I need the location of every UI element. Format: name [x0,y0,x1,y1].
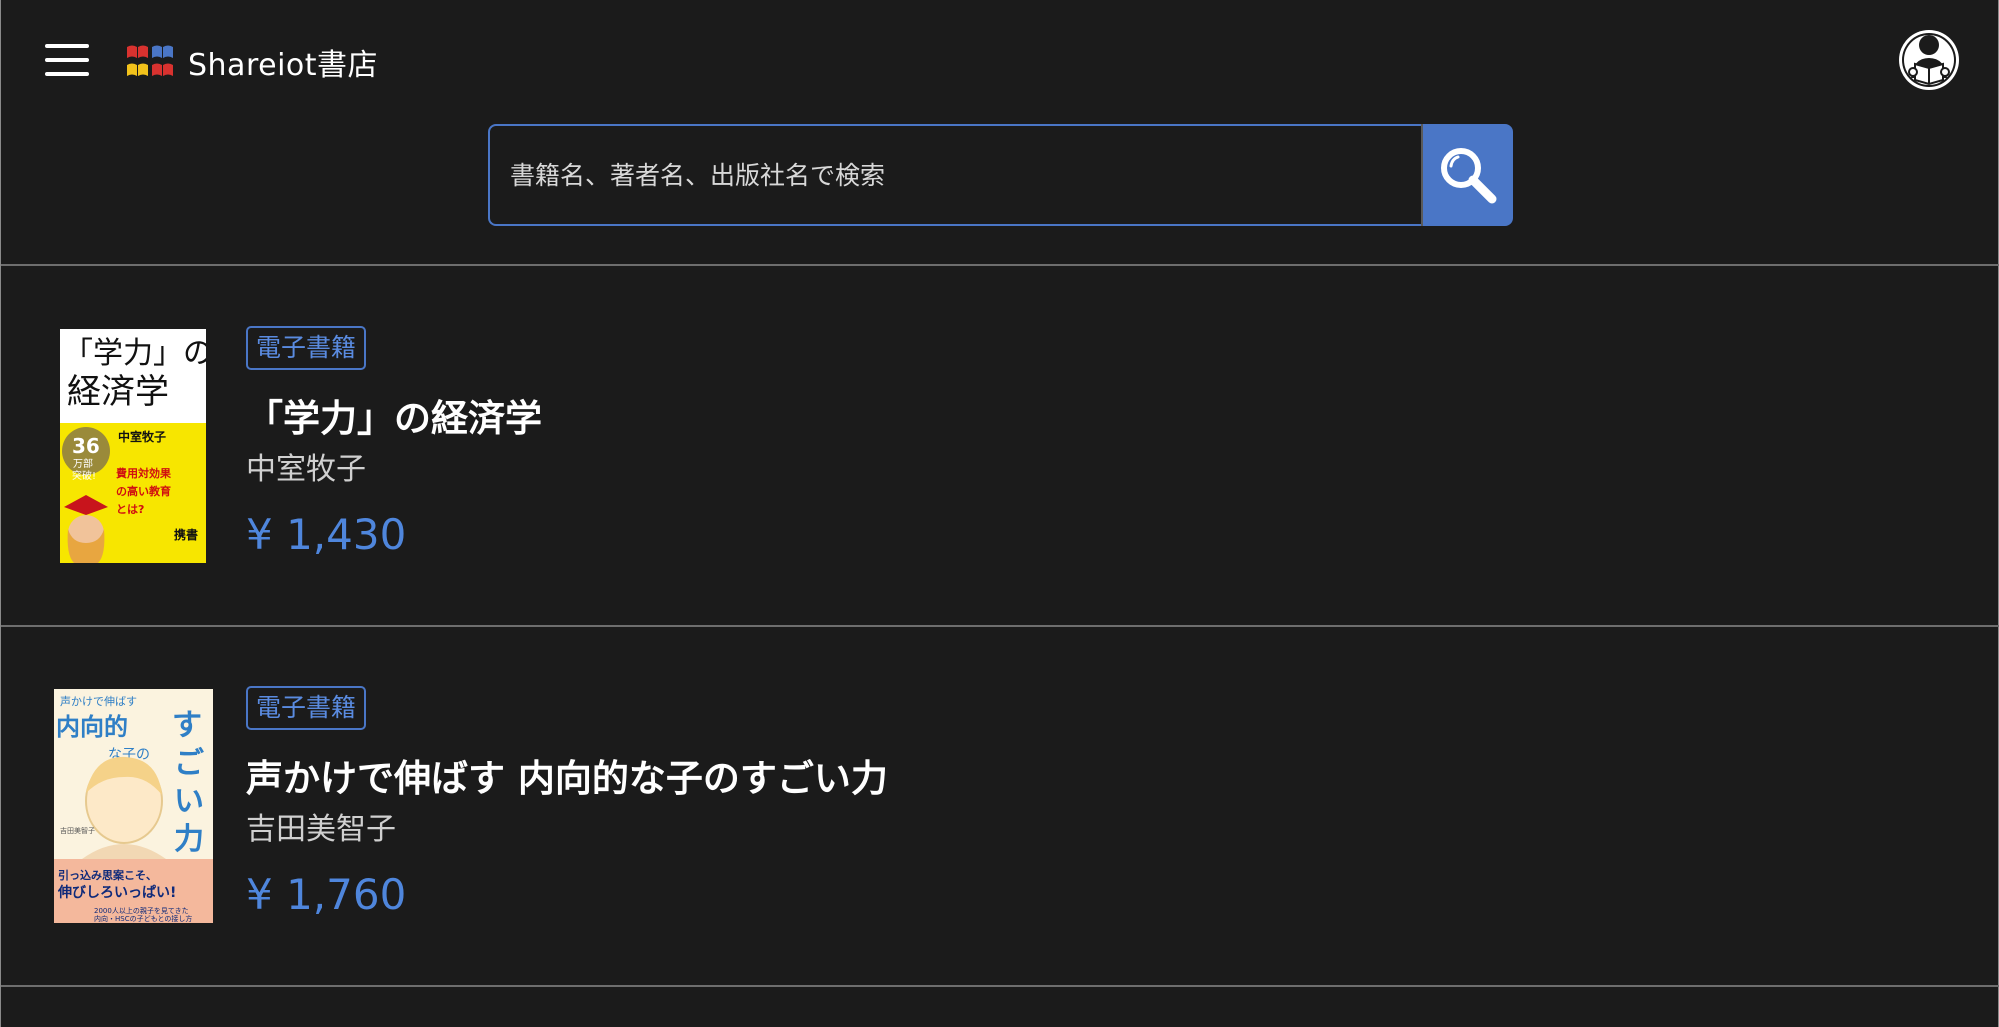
svg-text:力: 力 [174,822,204,857]
svg-text:引っ込み思案こそ、: 引っ込み思案こそ、 [58,868,157,882]
svg-text:伸びしろいっぱい!: 伸びしろいっぱい! [57,884,176,901]
svg-text:とは?: とは? [116,503,144,516]
cover-author: 中室牧子 [118,429,166,444]
cover-title-a: 内向的 [56,713,128,741]
book-cover-image: 声かけで伸ばす 内向的 な子の す ご い 力 吉田美智子 引っ込み思案こそ、 … [54,689,213,923]
book-list-item[interactable]: 「学力」の 経済学 36 万部 突破! 中室牧子 費用対効果 の高い教育 とは?… [1,266,1999,626]
svg-text:ご: ご [174,746,204,781]
search-bar [488,124,1513,226]
svg-text:2000人以上の親子を見てきた: 2000人以上の親子を見てきた [94,906,189,915]
store-name: Shareiot書店 [188,48,379,83]
book-cover-art: 声かけで伸ばす 内向的 な子の す ご い 力 吉田美智子 引っ込み思案こそ、 … [54,689,213,923]
cover-author: 吉田美智子 [60,826,95,835]
store-logo[interactable]: Shareiot書店 [126,40,378,84]
ebook-badge: 電子書籍 [246,326,367,370]
svg-text:内向・HSCの子どもとの接し方: 内向・HSCの子どもとの接し方 [94,914,192,923]
svg-text:の高い教育: の高い教育 [116,484,171,498]
book-cover-image: 「学力」の 経済学 36 万部 突破! 中室牧子 費用対効果 の高い教育 とは?… [60,329,206,563]
cover-sales: 36 [72,434,100,458]
row-divider [1,985,1999,987]
cover-sales-unit: 万部 [73,457,93,470]
ebook-badge: 電子書籍 [246,686,367,730]
book-price: ¥ 1,760 [246,870,407,919]
reader-avatar-icon[interactable] [1897,28,1961,92]
svg-text:費用対効果: 費用対効果 [115,466,171,480]
cover-title-top: 「学力」の [63,336,206,371]
book-price: ¥ 1,430 [246,510,407,559]
book-title[interactable]: 声かけで伸ばす 内向的な子のすごい力 [246,748,888,802]
search-button[interactable] [1421,124,1513,226]
cover-sales-suffix: 突破! [72,469,96,482]
book-author: 吉田美智子 [246,812,396,847]
book-list-item[interactable]: 声かけで伸ばす 内向的 な子の す ご い 力 吉田美智子 引っ込み思案こそ、 … [1,627,1999,987]
cover-title-bottom: 経済学 [67,372,169,412]
book-cover-art: 「学力」の 経済学 36 万部 突破! 中室牧子 費用対効果 の高い教育 とは?… [60,329,206,563]
bookstore-page: Shareiot書店 「学力」の 経済学 [0,0,1999,1027]
svg-text:い: い [174,784,204,819]
book-author: 中室牧子 [246,452,366,487]
hamburger-menu-icon[interactable] [45,42,91,78]
search-input[interactable] [488,124,1421,226]
cover-label: 携書 [174,527,198,542]
books-logo-icon [127,45,173,76]
svg-text:す: す [172,708,202,743]
book-title[interactable]: 「学力」の経済学 [246,388,542,442]
search-icon [1441,148,1497,204]
cover-top-line: 声かけで伸ばす [60,694,137,708]
